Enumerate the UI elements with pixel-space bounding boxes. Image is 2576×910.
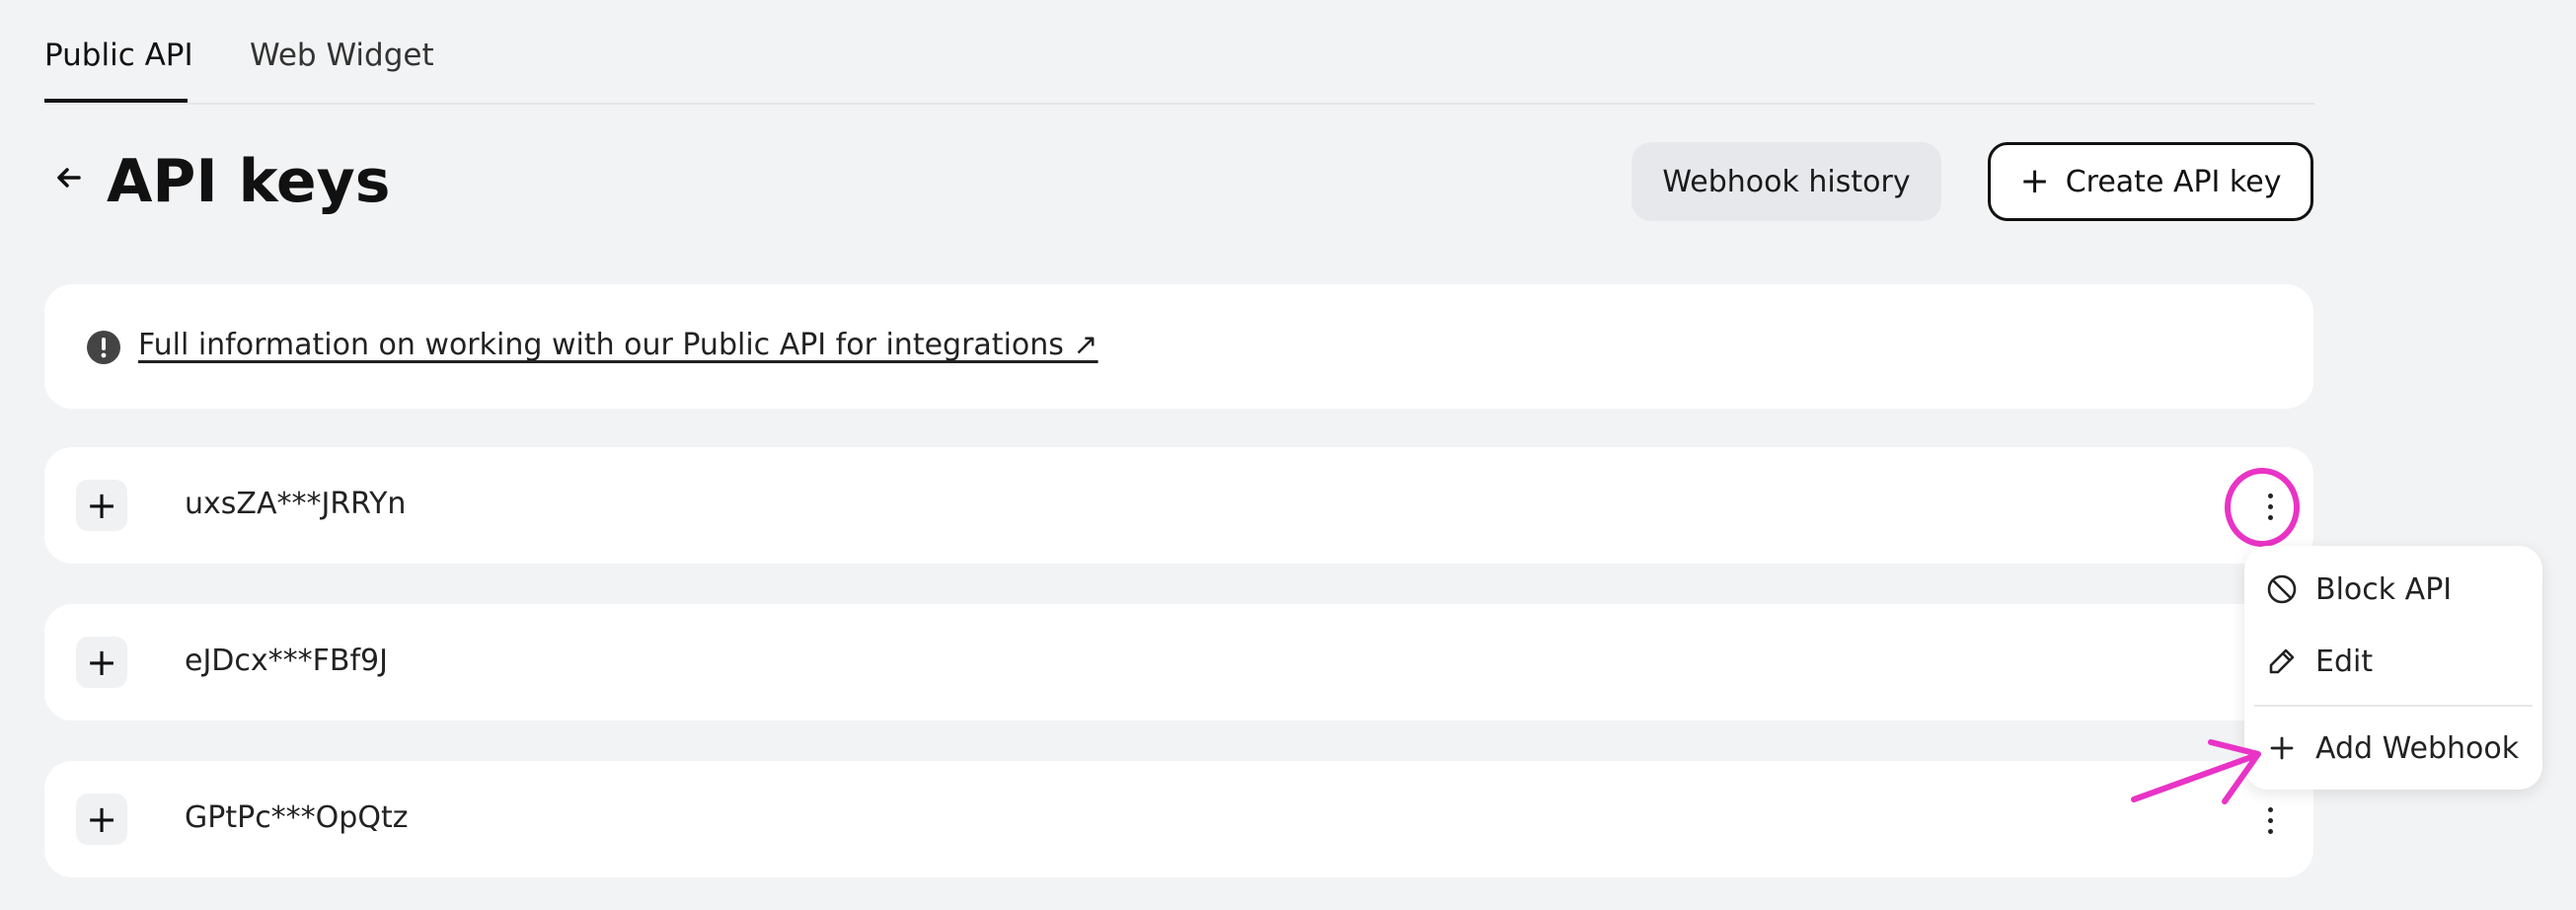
menu-item-label: Block API (2315, 571, 2453, 607)
menu-item-add-webhook[interactable]: Add Webhook (2266, 723, 2519, 773)
api-key-value: GPtPc***OpQtz (185, 800, 409, 835)
kebab-icon (2267, 493, 2273, 520)
back-arrow-icon[interactable] (49, 158, 89, 197)
page-title: API keys (107, 147, 391, 216)
create-api-key-label: Create API key (2065, 164, 2282, 199)
menu-item-label: Edit (2315, 644, 2374, 679)
api-key-row: + eJDcx***FBf9J (44, 604, 2313, 720)
public-api-docs-link[interactable]: Full information on working with our Pub… (138, 328, 1099, 362)
api-key-value: uxsZA***JRRYn (185, 487, 407, 521)
api-key-row: + GPtPc***OpQtz (44, 761, 2313, 877)
row-menu-button[interactable] (2242, 793, 2298, 848)
tab-web-widget[interactable]: Web Widget (250, 38, 434, 73)
menu-item-label: Add Webhook (2315, 730, 2520, 766)
menu-item-edit[interactable]: Edit (2266, 637, 2373, 686)
menu-divider (2254, 705, 2533, 707)
tab-bar: Public API Web Widget (44, 0, 2314, 105)
exclamation-icon (86, 330, 121, 365)
block-icon (2266, 573, 2298, 605)
expand-plus-icon[interactable]: + (76, 794, 127, 845)
tab-public-api[interactable]: Public API (44, 38, 193, 73)
active-tab-indicator (44, 99, 188, 103)
create-api-key-button[interactable]: + Create API key (1988, 142, 2313, 221)
plus-icon (2266, 732, 2298, 764)
row-actions-menu: Block API Edit Add Webhook (2244, 546, 2542, 790)
menu-item-block-api[interactable]: Block API (2266, 565, 2452, 614)
expand-plus-icon[interactable]: + (76, 480, 127, 531)
info-banner: Full information on working with our Pub… (44, 284, 2313, 409)
row-menu-button[interactable] (2242, 479, 2298, 534)
expand-plus-icon[interactable]: + (76, 637, 127, 688)
pencil-icon (2266, 645, 2298, 677)
kebab-icon (2267, 806, 2273, 834)
api-key-value: eJDcx***FBf9J (185, 644, 388, 678)
api-key-row: + uxsZA***JRRYn (44, 447, 2313, 564)
webhook-history-button[interactable]: Webhook history (1631, 142, 1941, 221)
plus-icon: + (2019, 161, 2050, 201)
